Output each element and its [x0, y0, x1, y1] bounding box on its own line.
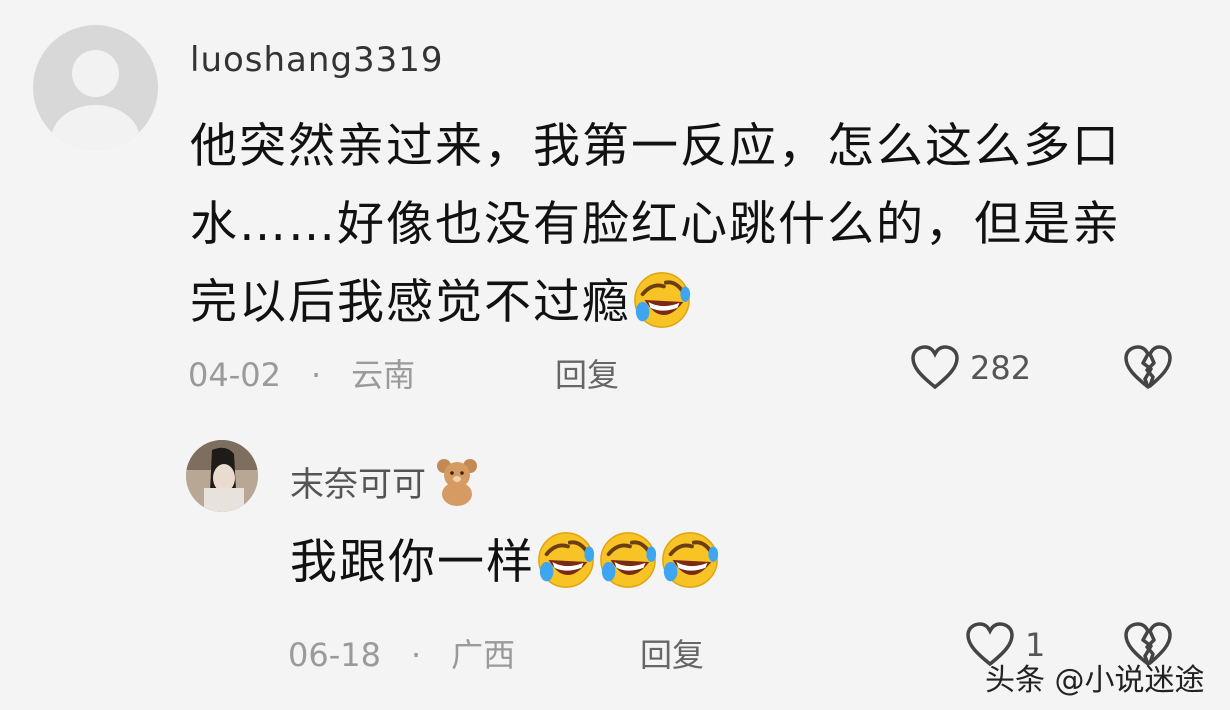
- comment-text: 他突然亲过来，我第一反应，怎么这么多口水……好像也没有脸红心跳什么的，但是亲完以…: [190, 108, 1150, 342]
- reply-text-content: 我跟你一样: [290, 535, 535, 590]
- watermark: 头条 @小说迷途: [985, 663, 1205, 698]
- reply-button[interactable]: 回复: [555, 350, 619, 396]
- reply-avatar[interactable]: [186, 440, 258, 512]
- comment-meta: 04-02 · 云南: [188, 350, 415, 396]
- reply-reply-button[interactable]: 回复: [640, 630, 704, 676]
- reply-text: 我跟你一样: [290, 528, 721, 598]
- like-count: 282: [970, 349, 1032, 387]
- reply-meta: 06-18 · 广西: [288, 630, 515, 676]
- like-button[interactable]: 282: [910, 345, 1031, 391]
- avatar[interactable]: [33, 25, 158, 150]
- rolling-laugh-emoji-icon: [659, 529, 721, 591]
- avatar-photo: [186, 440, 258, 512]
- comment-location: 云南: [351, 356, 416, 394]
- rolling-laugh-emoji-icon: [597, 529, 659, 591]
- rolling-laugh-emoji-icon: [535, 529, 597, 591]
- reply-username[interactable]: 末奈可可: [290, 457, 426, 506]
- broken-heart-icon[interactable]: [1123, 345, 1173, 391]
- meta-separator: ·: [410, 636, 422, 674]
- rolling-laugh-emoji-icon: [631, 269, 693, 331]
- avatar-body-shape: [51, 105, 140, 150]
- reply-username-row: 末奈可可: [290, 456, 482, 506]
- avatar-head-shape: [72, 50, 119, 97]
- comment-username[interactable]: luoshang3319: [190, 40, 444, 80]
- reply-date: 06-18: [288, 636, 381, 674]
- reply-location: 广西: [451, 636, 516, 674]
- heart-icon: [911, 345, 959, 390]
- teddy-bear-icon: [437, 459, 477, 506]
- comment-date: 04-02: [188, 356, 281, 394]
- meta-separator: ·: [310, 356, 322, 394]
